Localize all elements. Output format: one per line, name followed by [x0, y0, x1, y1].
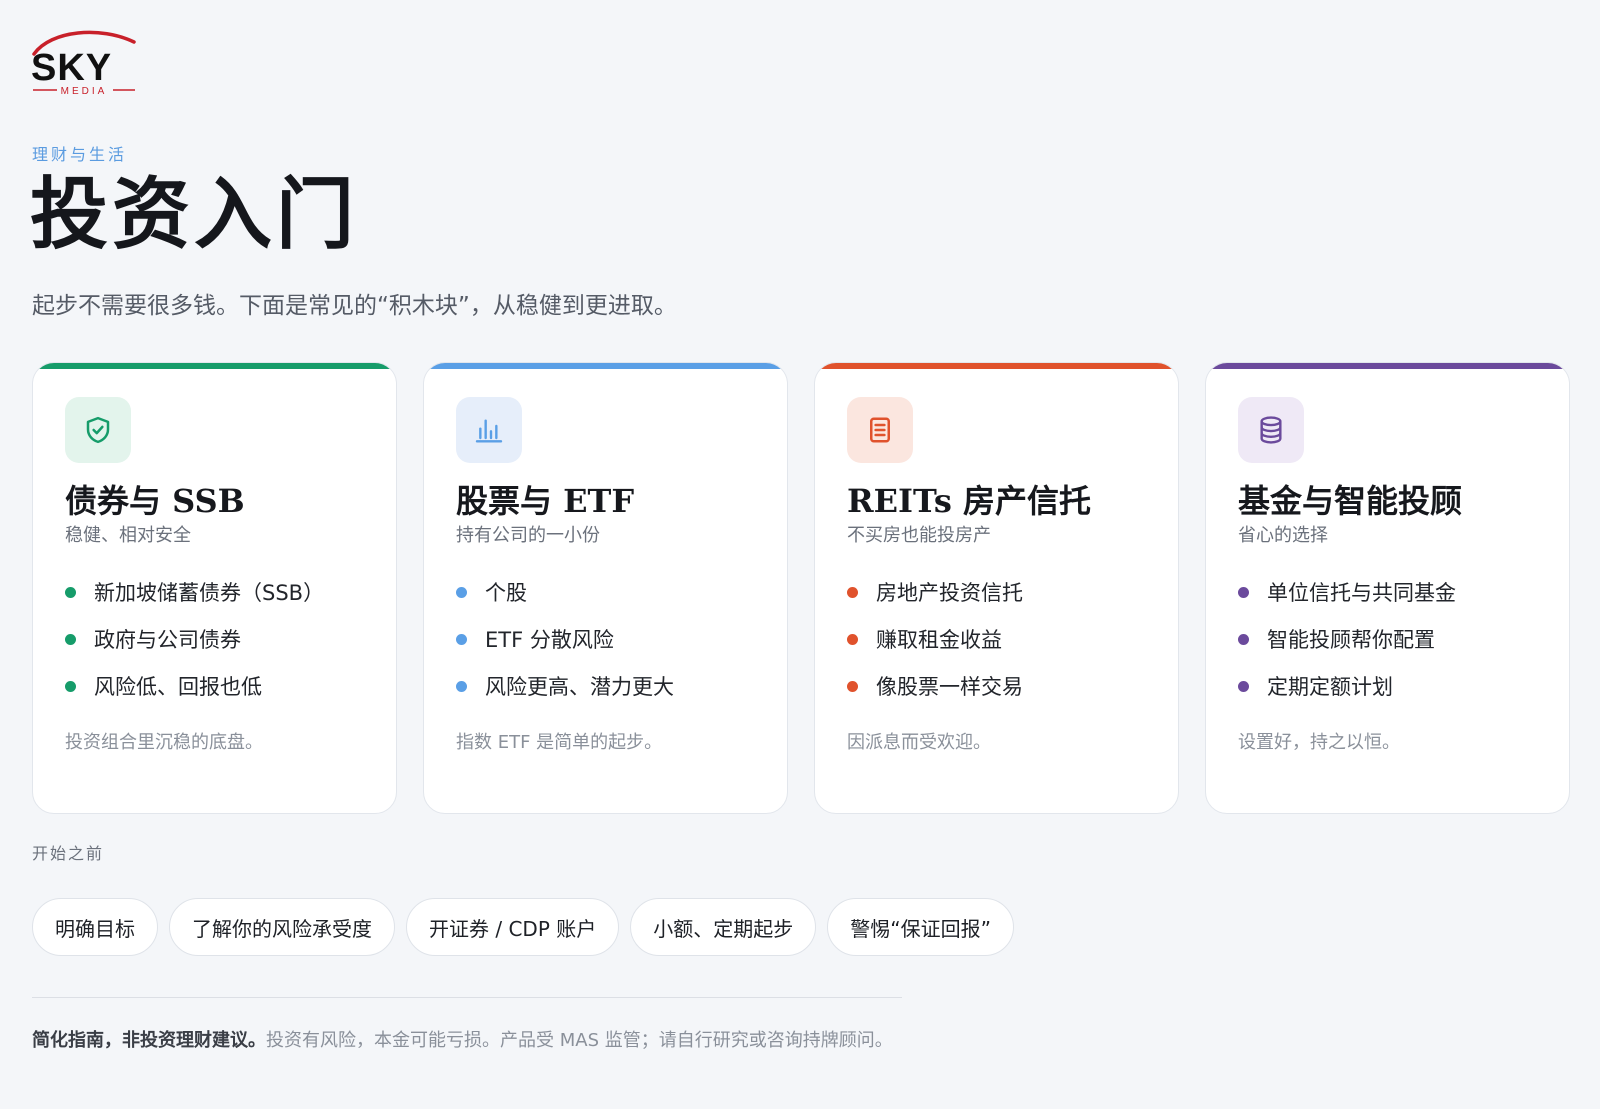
- card-funds[interactable]: 基金与智能投顾 省心的选择 单位信托与共同基金 智能投顾帮你配置 定期定额计划 …: [1205, 362, 1570, 814]
- card-stocks[interactable]: 股票与 ETF 持有公司的一小份 个股 ETF 分散风险 风险更高、潜力更大 指…: [423, 362, 788, 814]
- list-item: 政府与公司债券: [65, 616, 364, 663]
- card-feature-list: 单位信托与共同基金 智能投顾帮你配置 定期定额计划: [1238, 569, 1537, 710]
- divider: [32, 997, 902, 998]
- card-note: 因派息而受欢迎。: [847, 731, 991, 753]
- card-feature-list: 房地产投资信托 赚取租金收益 像股票一样交易: [847, 569, 1146, 710]
- list-item-text: 单位信托与共同基金: [1267, 581, 1456, 606]
- list-item: 像股票一样交易: [847, 663, 1146, 710]
- card-subtitle: 持有公司的一小份: [456, 524, 600, 546]
- checklist-chips: 明确目标 了解你的风险承受度 开证券 / CDP 账户 小额、定期起步 警惕“保…: [32, 898, 1014, 956]
- card-reits[interactable]: REITs 房产信托 不买房也能投房产 房地产投资信托 赚取租金收益 像股票一样…: [814, 362, 1179, 814]
- card-accent-bar: [1206, 363, 1569, 369]
- disclaimer: 简化指南，非投资理财建议。投资有风险，本金可能亏损。产品受 MAS 监管；请自行…: [32, 1025, 912, 1056]
- disclaimer-text: 投资有风险，本金可能亏损。产品受 MAS 监管；请自行研究或咨询持牌顾问。: [266, 1030, 893, 1051]
- bullet-dot: [1238, 633, 1249, 645]
- list-item-text: 风险更高、潜力更大: [485, 675, 674, 700]
- bullet-dot: [847, 680, 858, 692]
- list-item-text: 赚取租金收益: [876, 628, 1002, 653]
- document-icon: [847, 397, 913, 463]
- list-item-text: 新加坡储蓄债券（SSB）: [94, 581, 325, 606]
- card-note: 指数 ETF 是简单的起步。: [456, 731, 663, 753]
- card-bonds[interactable]: 债券与 SSB 稳健、相对安全 新加坡储蓄债券（SSB） 政府与公司债券 风险低…: [32, 362, 397, 814]
- card-accent-bar: [815, 363, 1178, 369]
- card-title: 股票与 ETF: [456, 482, 635, 520]
- database-icon: [1238, 397, 1304, 463]
- before-you-start-label: 开始之前: [32, 844, 105, 863]
- list-item: 智能投顾帮你配置: [1238, 616, 1537, 663]
- card-subtitle: 不买房也能投房产: [847, 524, 991, 546]
- bullet-dot: [847, 586, 858, 598]
- logo-main-text: SKY: [31, 47, 112, 89]
- bullet-dot: [65, 680, 76, 692]
- disclaimer-bold: 简化指南，非投资理财建议。: [32, 1030, 266, 1051]
- list-item: 房地产投资信托: [847, 569, 1146, 616]
- shield-check-icon: [65, 397, 131, 463]
- card-title: 基金与智能投顾: [1238, 482, 1463, 520]
- list-item-text: 房地产投资信托: [876, 581, 1023, 606]
- sky-media-logo[interactable]: SKY MEDIA: [31, 28, 141, 100]
- list-item: 赚取租金收益: [847, 616, 1146, 663]
- list-item-text: 个股: [485, 581, 527, 606]
- bullet-dot: [65, 633, 76, 645]
- page: SKY MEDIA 理财与生活 投资入门 起步不需要很多钱。下面是常见的“积木块…: [0, 0, 1600, 1109]
- card-accent-bar: [33, 363, 396, 369]
- card-subtitle: 省心的选择: [1238, 524, 1328, 546]
- card-feature-list: 新加坡储蓄债券（SSB） 政府与公司债券 风险低、回报也低: [65, 569, 364, 710]
- card-note: 设置好，持之以恒。: [1238, 731, 1400, 753]
- list-item: 新加坡储蓄债券（SSB）: [65, 569, 364, 616]
- card-title: 债券与 SSB: [65, 482, 245, 520]
- list-item: 个股: [456, 569, 755, 616]
- list-item-text: 像股票一样交易: [876, 675, 1023, 700]
- list-item: 风险更高、潜力更大: [456, 663, 755, 710]
- list-item-text: 风险低、回报也低: [94, 675, 262, 700]
- list-item-text: 政府与公司债券: [94, 628, 241, 653]
- list-item: 风险低、回报也低: [65, 663, 364, 710]
- logo-sub-text: MEDIA: [61, 86, 108, 97]
- card-note: 投资组合里沉稳的底盘。: [65, 731, 263, 753]
- bullet-dot: [456, 680, 467, 692]
- chip-open-account[interactable]: 开证券 / CDP 账户: [406, 898, 620, 956]
- card-accent-bar: [424, 363, 787, 369]
- investment-cards: 债券与 SSB 稳健、相对安全 新加坡储蓄债券（SSB） 政府与公司债券 风险低…: [32, 362, 1570, 814]
- bar-chart-icon: [456, 397, 522, 463]
- card-subtitle: 稳健、相对安全: [65, 524, 191, 546]
- page-title: 投资入门: [30, 169, 359, 260]
- list-item: 定期定额计划: [1238, 663, 1537, 710]
- list-item-text: ETF 分散风险: [485, 628, 614, 653]
- category-eyebrow: 理财与生活: [32, 145, 128, 164]
- bullet-dot: [847, 633, 858, 645]
- bullet-dot: [1238, 680, 1249, 692]
- bullet-dot: [65, 586, 76, 598]
- list-item-text: 智能投顾帮你配置: [1267, 628, 1435, 653]
- bullet-dot: [456, 586, 467, 598]
- chip-beware-guarantees[interactable]: 警惕“保证回报”: [827, 898, 1014, 956]
- chip-risk-tolerance[interactable]: 了解你的风险承受度: [169, 898, 395, 956]
- card-feature-list: 个股 ETF 分散风险 风险更高、潜力更大: [456, 569, 755, 710]
- card-title: REITs 房产信托: [847, 482, 1091, 520]
- logo-graphic: SKY MEDIA: [31, 30, 136, 97]
- list-item-text: 定期定额计划: [1267, 675, 1393, 700]
- chip-start-small[interactable]: 小额、定期起步: [630, 898, 817, 956]
- list-item: 单位信托与共同基金: [1238, 569, 1537, 616]
- chip-set-goals[interactable]: 明确目标: [32, 898, 158, 956]
- bullet-dot: [456, 633, 467, 645]
- bullet-dot: [1238, 586, 1249, 598]
- list-item: ETF 分散风险: [456, 616, 755, 663]
- page-subtitle: 起步不需要很多钱。下面是常见的“积木块”，从稳健到更进取。: [32, 293, 677, 319]
